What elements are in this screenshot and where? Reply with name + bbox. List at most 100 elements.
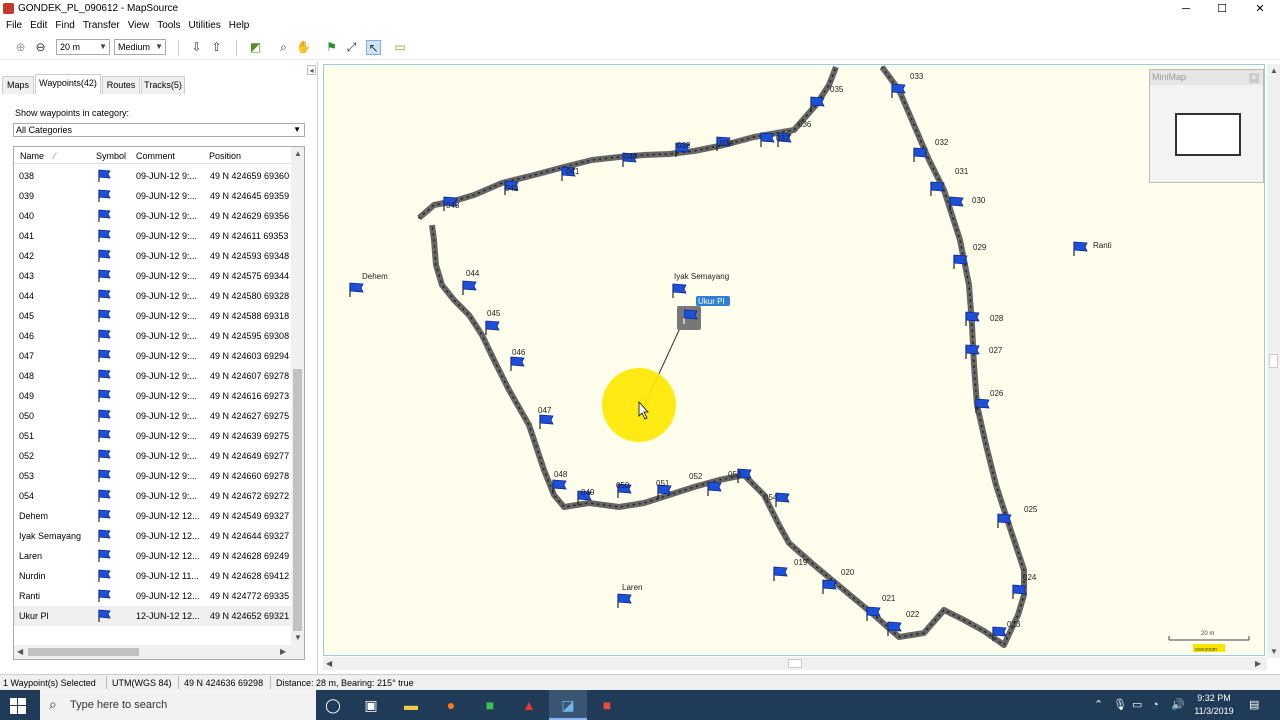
send-to-device-icon[interactable]: ⇧ (209, 40, 224, 55)
list-horizontal-scrollbar[interactable]: ◀ ▶ (14, 645, 304, 659)
table-row[interactable]: 041 09-JUN-12 9:... 49 N 424611 69353 (14, 226, 292, 246)
menu-find[interactable]: Find (51, 18, 78, 33)
table-row[interactable]: 052 09-JUN-12 9:... 49 N 424649 69277 (14, 446, 292, 466)
waypoint-flag-icon[interactable] (462, 280, 477, 295)
list-vertical-scrollbar[interactable]: ▲ ▼ (291, 147, 304, 645)
selection-tool-icon[interactable]: ↖ (366, 40, 381, 55)
column-comment[interactable]: Comment (136, 151, 175, 161)
distance-bearing-tool-icon[interactable]: ▭ (391, 40, 409, 55)
taskbar-search[interactable]: ⌕ Type here to search (40, 690, 316, 720)
waypoint-flag-icon[interactable] (707, 481, 722, 496)
minimap-viewport[interactable] (1175, 113, 1241, 156)
table-row[interactable]: 050 09-JUN-12 9:... 49 N 424627 69275 (14, 406, 292, 426)
close-button[interactable]: ✕ (1242, 0, 1278, 18)
scrollbar-thumb[interactable] (293, 369, 302, 631)
scrollbar-thumb[interactable] (28, 648, 139, 656)
waypoint-flag-icon[interactable] (349, 282, 364, 297)
maximize-button[interactable]: ☐ (1204, 0, 1240, 18)
waypoint-flag-icon[interactable] (775, 492, 790, 507)
table-row[interactable]: Dehem 09-JUN-12 12... 49 N 424549 69327 (14, 506, 292, 526)
waypoint-flag-icon[interactable] (822, 579, 837, 594)
menu-tools[interactable]: Tools (153, 18, 184, 33)
table-row[interactable]: 049 09-JUN-12 9:... 49 N 424616 69273 (14, 386, 292, 406)
firefox-icon[interactable]: ● (432, 690, 470, 720)
collapse-panel-icon[interactable]: ◂ (307, 65, 316, 75)
waypoint-flag-icon[interactable] (773, 566, 788, 581)
waypoint-flag-icon[interactable] (672, 283, 687, 298)
zoom-scale-select[interactable]: 20 m ▼ (56, 39, 110, 55)
route-tool-icon[interactable]: ⤢ (344, 40, 359, 55)
table-row[interactable]: 053 09-JUN-12 9:... 49 N 424660 69278 (14, 466, 292, 486)
table-row[interactable]: 046 09-JUN-12 9:... 49 N 424595 69308 (14, 326, 292, 346)
acrobat-icon[interactable]: ▲ (510, 690, 548, 720)
scroll-left-icon[interactable]: ◀ (17, 647, 23, 656)
recorder-icon[interactable]: ■ (588, 690, 626, 720)
table-row[interactable]: Ranti 09-JUN-12 12... 49 N 424772 69335 (14, 586, 292, 606)
menu-utilities[interactable]: Utilities (185, 18, 225, 33)
file-explorer-icon[interactable]: ▬ (392, 690, 430, 720)
waypoint-tool-icon[interactable]: ⚑ (324, 40, 339, 55)
waypoint-flag-icon[interactable] (1073, 241, 1088, 256)
close-icon[interactable]: × (1249, 73, 1259, 83)
scroll-right-icon[interactable]: ▶ (280, 647, 286, 656)
table-row[interactable]: 044 09-JUN-12 9:... 49 N 424580 69328 (14, 286, 292, 306)
tab-waypoints[interactable]: Waypoints(42) (35, 74, 101, 94)
table-row[interactable]: Iyak Semayang 09-JUN-12 12... 49 N 424644 … (14, 526, 292, 546)
waypoint-flag-icon[interactable] (617, 593, 632, 608)
scrollbar-thumb[interactable] (1269, 354, 1278, 368)
scroll-up-icon[interactable]: ▲ (1270, 66, 1278, 75)
tab-tracks[interactable]: Tracks(5) (141, 76, 185, 94)
windows-start-icon[interactable] (10, 698, 26, 714)
menu-view[interactable]: View (124, 18, 154, 33)
waypoint-flag-icon[interactable] (510, 356, 525, 371)
network-icon[interactable]: ◔ (1152, 690, 1159, 720)
camtasia-icon[interactable]: ■ (471, 690, 509, 720)
mapsource-icon[interactable]: ◪ (549, 690, 587, 720)
volume-icon[interactable]: 🔊 (1171, 690, 1185, 720)
menu-help[interactable]: Help (225, 18, 254, 33)
table-row[interactable]: 047 09-JUN-12 9:... 49 N 424603 69294 (14, 346, 292, 366)
table-row[interactable]: 038 09-JUN-12 9:... 49 N 424659 69360 (14, 166, 292, 186)
tab-routes[interactable]: Routes (102, 76, 140, 94)
table-row[interactable]: 043 09-JUN-12 9:... 49 N 424575 69344 (14, 266, 292, 286)
cortana-icon[interactable]: ◯ (314, 690, 352, 720)
zoom-tool-icon[interactable]: ⌕ (276, 40, 291, 55)
table-row[interactable]: Nurdin 09-JUN-12 11... 49 N 424628 69412 (14, 566, 292, 586)
detail-select[interactable]: Medium ▼ (114, 39, 166, 55)
clock[interactable]: 9:32 PM 11/3/2019 (1186, 692, 1242, 718)
table-row[interactable]: Ukur Pl 12-JUN-12 12... 49 N 424652 69321 (14, 606, 292, 626)
table-row[interactable]: 040 09-JUN-12 9:... 49 N 424629 69356 (14, 206, 292, 226)
column-name[interactable]: Name (20, 151, 44, 161)
minimize-button[interactable]: ─ (1168, 0, 1204, 18)
task-view-icon[interactable]: ▣ (352, 690, 390, 720)
zoom-out-icon[interactable]: ⊖ (33, 40, 48, 55)
receive-from-device-icon[interactable]: ⇩ (189, 40, 204, 55)
table-row[interactable]: 039 09-JUN-12 9:... 49 N 424645 69359 (14, 186, 292, 206)
column-position[interactable]: Position (209, 151, 241, 161)
table-row[interactable]: 054 09-JUN-12 9:... 49 N 424672 69272 (14, 486, 292, 506)
waypoint-flag-icon[interactable] (930, 181, 945, 196)
scrollbar-thumb[interactable] (788, 659, 802, 668)
scroll-down-icon[interactable]: ▼ (294, 633, 302, 642)
scroll-left-icon[interactable]: ◀ (326, 659, 332, 668)
column-symbol[interactable]: Symbol (96, 151, 126, 161)
table-row[interactable]: 051 09-JUN-12 9:... 49 N 424639 69275 (14, 426, 292, 446)
waypoint-flag-icon[interactable] (913, 147, 928, 162)
scroll-up-icon[interactable]: ▲ (294, 149, 302, 158)
notifications-icon[interactable]: ▤ (1249, 690, 1259, 720)
map-horizontal-scrollbar[interactable]: ◀ ▶ (323, 657, 1267, 670)
category-select[interactable]: All Categories ▼ (13, 123, 305, 137)
menu-transfer[interactable]: Transfer (79, 18, 124, 33)
scroll-down-icon[interactable]: ▼ (1270, 647, 1278, 656)
scroll-right-icon[interactable]: ▶ (1255, 659, 1261, 668)
table-row[interactable]: 048 09-JUN-12 9:... 49 N 424607 69278 (14, 366, 292, 386)
table-row[interactable]: Laren 09-JUN-12 12... 49 N 424628 69249 (14, 546, 292, 566)
hand-tool-icon[interactable]: ✋ (296, 40, 311, 55)
table-row[interactable]: 042 09-JUN-12 9:... 49 N 424593 69348 (14, 246, 292, 266)
drive-icon[interactable]: ▭ (1132, 690, 1142, 720)
waypoint-flag-icon[interactable] (539, 414, 554, 429)
map-vertical-scrollbar[interactable]: ▲ ▼ (1267, 64, 1280, 658)
menu-file[interactable]: File (0, 18, 26, 33)
menu-edit[interactable]: Edit (26, 18, 51, 33)
microphone-icon[interactable]: 🎙 (1113, 690, 1127, 720)
